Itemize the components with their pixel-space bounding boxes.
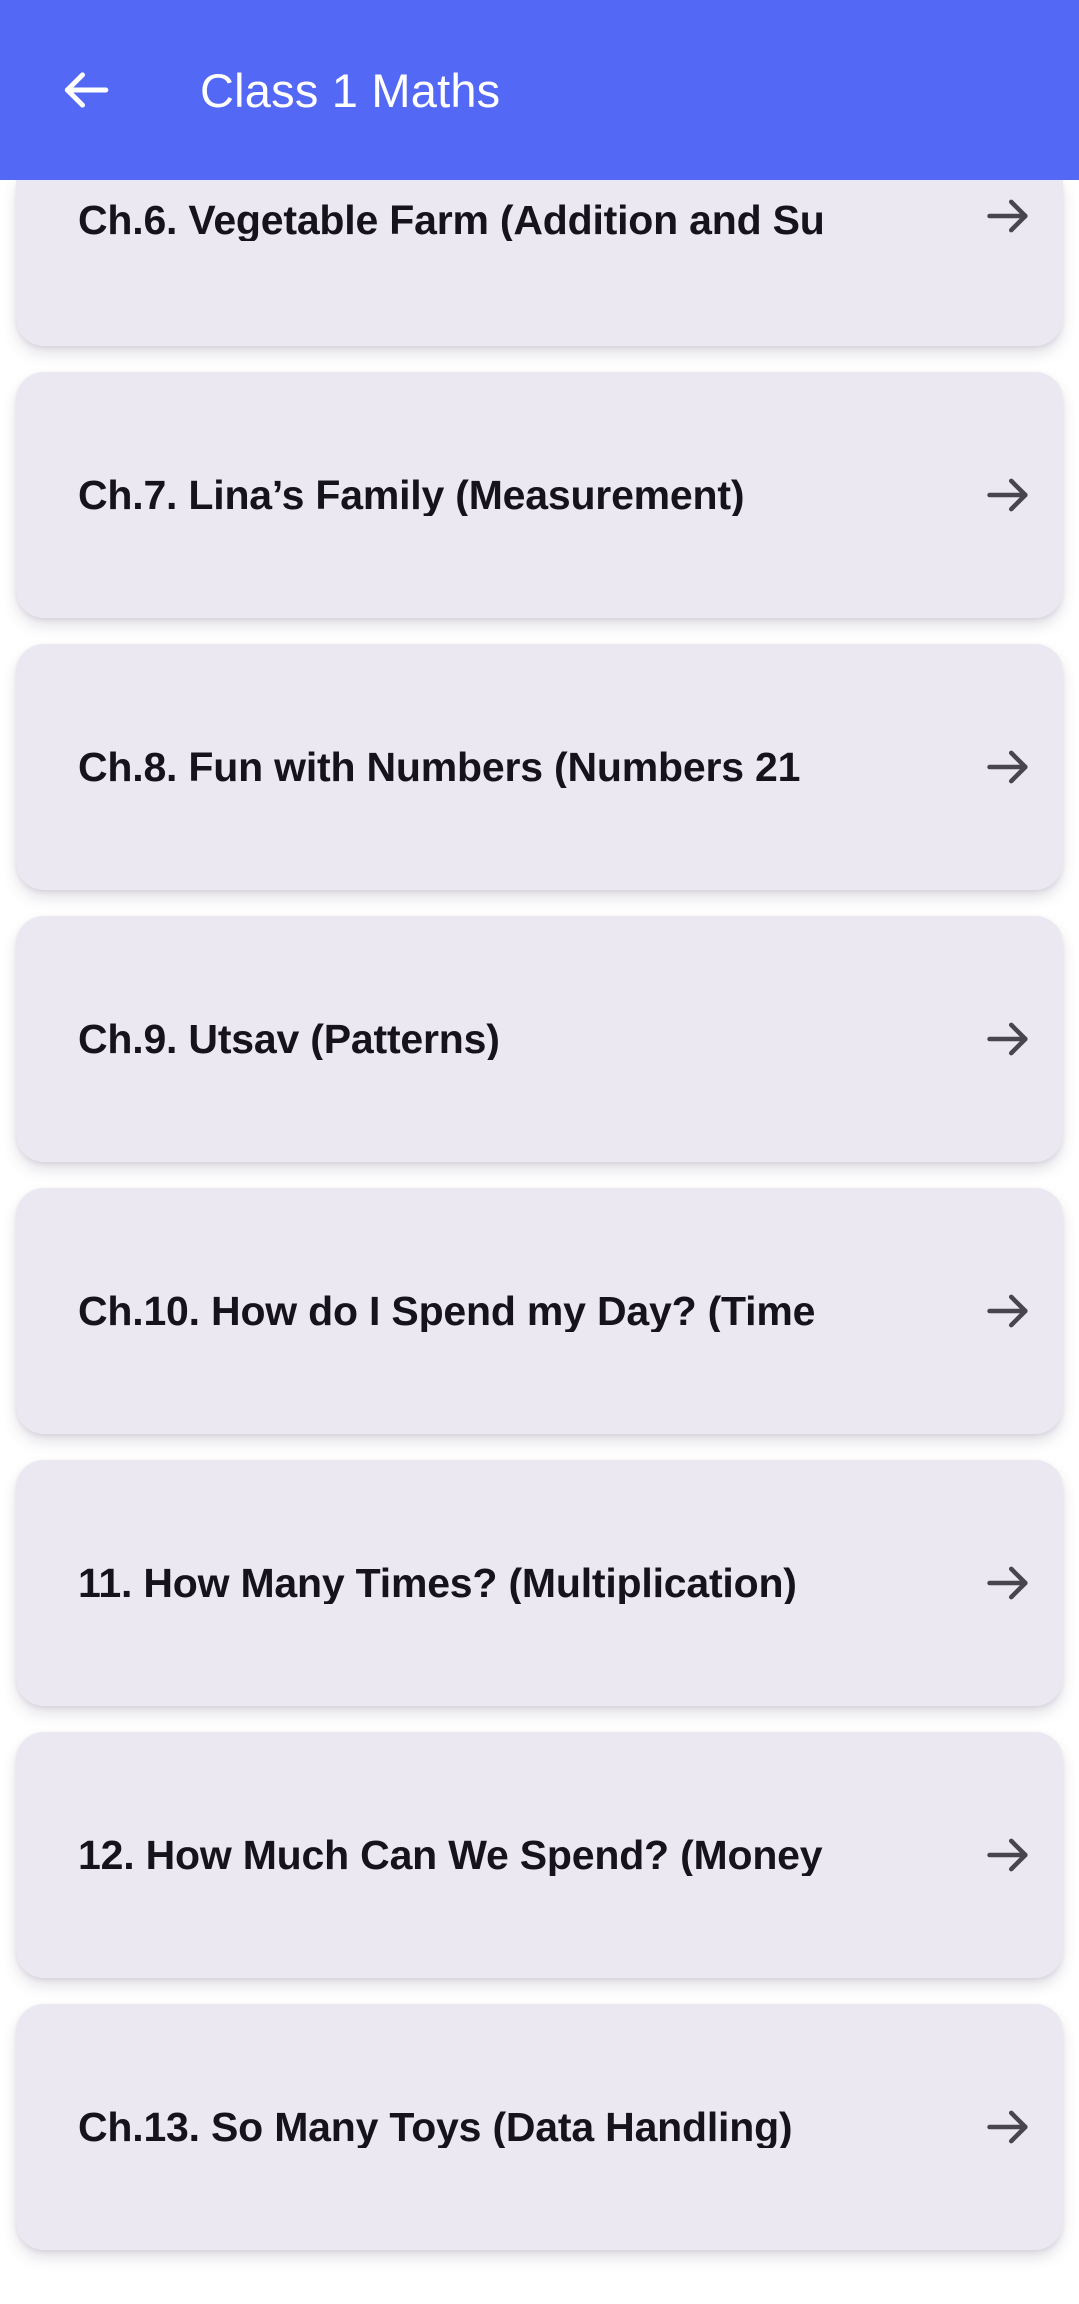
page-title: Class 1 Maths	[200, 63, 501, 117]
chapter-label: 11. How Many Times? (Multiplication)	[78, 1562, 797, 1604]
arrow-right-icon[interactable]	[953, 2101, 1063, 2153]
back-button[interactable]	[40, 44, 132, 136]
list-item[interactable]: Ch.10. How do I Spend my Day? (Time	[16, 1188, 1063, 1434]
app-screen: Class 1 Maths Ch.6. Vegetable Farm (Addi…	[0, 0, 1079, 2304]
chapter-label: Ch.10. How do I Spend my Day? (Time	[78, 1290, 816, 1332]
chapter-list[interactable]: Ch.6. Vegetable Farm (Addition and Su Ch…	[0, 180, 1079, 2304]
arrow-right-icon[interactable]	[953, 186, 1063, 246]
chapter-label: Ch.9. Utsav (Patterns)	[78, 1018, 500, 1060]
list-item[interactable]: 12. How Much Can We Spend? (Money	[16, 1732, 1063, 1978]
arrow-right-icon[interactable]	[953, 1013, 1063, 1065]
arrow-right-icon[interactable]	[953, 469, 1063, 521]
chapter-label: Ch.6. Vegetable Farm (Addition and Su	[78, 200, 825, 241]
arrow-right-icon[interactable]	[953, 1285, 1063, 1337]
list-item[interactable]: Ch.13. So Many Toys (Data Handling)	[16, 2004, 1063, 2250]
list-item[interactable]: Ch.6. Vegetable Farm (Addition and Su	[16, 180, 1063, 346]
chapter-label: 12. How Much Can We Spend? (Money	[78, 1834, 823, 1876]
list-item[interactable]: Ch.8. Fun with Numbers (Numbers 21	[16, 644, 1063, 890]
list-item[interactable]: 11. How Many Times? (Multiplication)	[16, 1460, 1063, 1706]
chapter-label: Ch.7. Lina’s Family (Measurement)	[78, 474, 745, 516]
arrow-right-icon[interactable]	[953, 1557, 1063, 1609]
arrow-right-icon[interactable]	[953, 1829, 1063, 1881]
chapter-label: Ch.8. Fun with Numbers (Numbers 21	[78, 746, 801, 788]
list-item[interactable]: Ch.7. Lina’s Family (Measurement)	[16, 372, 1063, 618]
app-bar: Class 1 Maths	[0, 0, 1079, 180]
chapter-label: Ch.13. So Many Toys (Data Handling)	[78, 2106, 793, 2148]
list-item[interactable]: Ch.9. Utsav (Patterns)	[16, 916, 1063, 1162]
arrow-left-icon	[58, 62, 114, 118]
arrow-right-icon[interactable]	[953, 741, 1063, 793]
